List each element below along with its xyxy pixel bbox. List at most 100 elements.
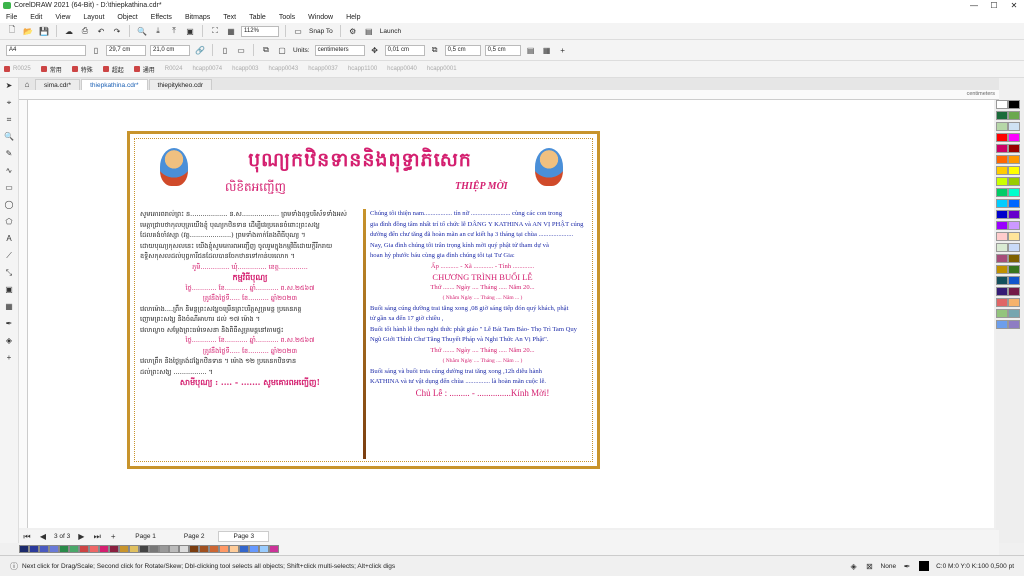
tab-sima[interactable]: sima.cdr* xyxy=(35,79,81,90)
color-swatch[interactable] xyxy=(1008,320,1020,329)
color-swatch[interactable] xyxy=(1008,265,1020,274)
color-swatch[interactable] xyxy=(1008,166,1020,175)
cloud-icon[interactable]: ☁ xyxy=(63,25,75,37)
document-color-swatch[interactable] xyxy=(239,545,249,553)
color-swatch[interactable] xyxy=(996,133,1008,142)
color-swatch[interactable] xyxy=(996,188,1008,197)
polygon-tool-icon[interactable]: ⬠ xyxy=(2,217,16,231)
color-swatch[interactable] xyxy=(1008,309,1020,318)
snap-to-dropdown[interactable]: Snap To xyxy=(309,28,333,35)
transparency-tool-icon[interactable]: ▦ xyxy=(2,302,16,316)
menu-bitmaps[interactable]: Bitmaps xyxy=(185,14,210,21)
document-color-swatch[interactable] xyxy=(109,545,119,553)
fill-icon[interactable]: ◈ xyxy=(848,560,860,572)
color-swatch[interactable] xyxy=(1008,155,1020,164)
menu-edit[interactable]: Edit xyxy=(30,14,42,21)
document-color-swatch[interactable] xyxy=(89,545,99,553)
color-swatch[interactable] xyxy=(1008,287,1020,296)
duplicate-x-field[interactable]: 0,5 cm xyxy=(444,44,481,56)
menu-table[interactable]: Table xyxy=(249,14,266,21)
style-item[interactable]: hcapp0001 xyxy=(427,66,457,72)
launch-dropdown[interactable]: Launch xyxy=(380,28,401,35)
search-icon[interactable]: 🔍 xyxy=(136,25,148,37)
menu-tools[interactable]: Tools xyxy=(279,14,295,21)
ellipse-tool-icon[interactable]: ◯ xyxy=(2,200,16,214)
document-color-swatch[interactable] xyxy=(229,545,239,553)
document-color-swatch[interactable] xyxy=(219,545,229,553)
color-swatch[interactable] xyxy=(996,309,1008,318)
horizontal-ruler[interactable]: centimeters xyxy=(19,90,999,100)
color-swatch[interactable] xyxy=(996,144,1008,153)
connector-tool-icon[interactable]: ⤡ xyxy=(2,268,16,282)
style-item[interactable]: hcapp0040 xyxy=(387,66,417,72)
artistic-media-icon[interactable]: ∿ xyxy=(2,166,16,180)
portrait-orientation-icon[interactable]: ▯ xyxy=(219,44,231,56)
menu-help[interactable]: Help xyxy=(346,14,360,21)
document-color-swatch[interactable] xyxy=(199,545,209,553)
color-swatch[interactable] xyxy=(1008,243,1020,252)
first-page-icon[interactable]: ⏮ xyxy=(21,531,33,543)
vertical-ruler[interactable] xyxy=(19,100,28,528)
duplicate-y-field[interactable]: 0,5 cm xyxy=(484,44,521,56)
color-swatch[interactable] xyxy=(996,320,1008,329)
document-color-swatch[interactable] xyxy=(99,545,109,553)
color-swatch[interactable] xyxy=(1008,298,1020,307)
color-swatch[interactable] xyxy=(1008,254,1020,263)
color-swatch[interactable] xyxy=(996,122,1008,131)
document-color-swatch[interactable] xyxy=(49,545,59,553)
menu-text[interactable]: Text xyxy=(223,14,236,21)
lock-ratio-icon[interactable]: 🔗 xyxy=(194,44,206,56)
style-item[interactable]: hcapp003 xyxy=(232,66,258,72)
prev-page-icon[interactable]: ◀ xyxy=(37,531,49,543)
document-color-swatch[interactable] xyxy=(19,545,29,553)
zoom-tool-icon[interactable]: 🔍 xyxy=(2,132,16,146)
color-swatch[interactable] xyxy=(996,298,1008,307)
page-height-field[interactable]: 21,0 cm xyxy=(150,44,190,56)
export-icon[interactable]: ⤒ xyxy=(168,25,180,37)
color-swatch[interactable] xyxy=(1008,133,1020,142)
tab-thiepkathina[interactable]: thiepkathina.cdr* xyxy=(81,79,148,90)
style-item[interactable]: R0025 xyxy=(4,66,31,72)
gear-icon[interactable]: ⚙ xyxy=(347,25,359,37)
menu-view[interactable]: View xyxy=(55,14,70,21)
style-item[interactable]: 特殊 xyxy=(71,65,93,74)
portrait-icon[interactable]: ▯ xyxy=(90,44,102,56)
next-page-icon[interactable]: ▶ xyxy=(75,531,87,543)
color-swatch[interactable] xyxy=(996,287,1008,296)
document-color-swatch[interactable] xyxy=(249,545,259,553)
page-tab-2[interactable]: Page 2 xyxy=(170,531,219,542)
color-swatch[interactable] xyxy=(996,210,1008,219)
document-color-swatch[interactable] xyxy=(259,545,269,553)
document-color-swatch[interactable] xyxy=(269,545,279,553)
shape-tool-icon[interactable]: ⌖ xyxy=(2,98,16,112)
menu-window[interactable]: Window xyxy=(308,14,333,21)
fit-page-icon[interactable]: ▭ xyxy=(292,25,304,37)
document-color-swatch[interactable] xyxy=(129,545,139,553)
color-swatch[interactable] xyxy=(1008,199,1020,208)
eyedropper-icon[interactable]: ✒ xyxy=(2,319,16,333)
color-swatch[interactable] xyxy=(996,254,1008,263)
menu-file[interactable]: File xyxy=(6,14,17,21)
page-size-dropdown[interactable]: A4 xyxy=(6,44,86,56)
color-swatch[interactable] xyxy=(996,221,1008,230)
style-item[interactable]: hcapp0037 xyxy=(308,66,338,72)
launch-icon[interactable]: ▤ xyxy=(363,25,375,37)
document-color-swatch[interactable] xyxy=(149,545,159,553)
color-swatch[interactable] xyxy=(996,166,1008,175)
import-icon[interactable]: ⤓ xyxy=(152,25,164,37)
document-color-swatch[interactable] xyxy=(119,545,129,553)
document-color-swatch[interactable] xyxy=(209,545,219,553)
color-swatch[interactable] xyxy=(1008,221,1020,230)
page-tab-1[interactable]: Page 1 xyxy=(121,531,170,542)
document-color-swatch[interactable] xyxy=(139,545,149,553)
color-swatch[interactable] xyxy=(996,199,1008,208)
style-item[interactable]: hcapp0043 xyxy=(269,66,299,72)
color-swatch[interactable] xyxy=(1008,210,1020,219)
style-item[interactable]: 超起 xyxy=(102,65,124,74)
units-dropdown[interactable]: centimeters xyxy=(314,44,365,56)
no-fill-swatch[interactable]: ⊠ xyxy=(864,560,876,572)
document-color-swatch[interactable] xyxy=(189,545,199,553)
page-tab-3[interactable]: Page 3 xyxy=(218,531,270,542)
pdf-icon[interactable]: ▣ xyxy=(184,25,196,37)
pen-icon[interactable]: ✒ xyxy=(901,560,913,572)
